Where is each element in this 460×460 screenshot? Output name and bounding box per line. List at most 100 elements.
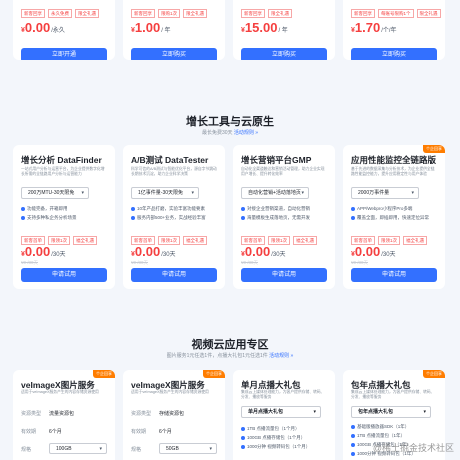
feature-item: 服务内部500+业务，实战经验丰富	[131, 215, 221, 221]
section-title: 增长工具与云原生	[186, 116, 274, 128]
card-description: 适用于veImageX服务产生的内容存储资源使用	[21, 390, 99, 394]
feature-item: 10年产品打磨，实验丰富功能要素	[131, 206, 221, 212]
price-unit: /30天	[381, 252, 396, 258]
price-value: 0.00	[24, 244, 51, 259]
feature-text: 海量模板生成落地页，无需开发	[247, 215, 310, 220]
spec-value: 6个月	[49, 429, 62, 435]
tag: 限全礼遇	[416, 9, 441, 18]
product-card: 增长分析 DataFinder 一站式用户分析与运营平台，为企业提供数字化增长所…	[13, 145, 115, 289]
price: ¥0.00/30天	[351, 244, 396, 259]
card-title: 增长分析 DataFinder	[21, 155, 102, 165]
tag: 限购1次	[158, 9, 181, 18]
spec-select-value: 50GB	[166, 446, 179, 452]
price-value: 0.00	[354, 244, 381, 259]
price: ¥1.70/个/年	[351, 20, 397, 35]
feature-text: 服务内部500+业务，实战经验丰富	[137, 215, 206, 220]
spec-row: 规格	[131, 446, 141, 453]
spec-select-value: 1亿事件量-30天限免	[138, 190, 184, 196]
feature-item: APP/Webpro小程序Pro多端	[351, 206, 441, 212]
check-icon	[351, 207, 355, 211]
spec-select[interactable]: 自动化营销+活动落地页 ▾	[241, 187, 309, 199]
spec-select[interactable]: 200万MTU-30天限免 ▾	[21, 187, 89, 199]
chevron-down-icon: ▾	[411, 190, 414, 196]
check-icon	[241, 427, 245, 431]
feature-item: 1TB 点播流量包（1个月）	[241, 426, 331, 432]
check-icon	[351, 452, 355, 456]
check-icon	[21, 207, 25, 211]
rules-link[interactable]: 活动规则 »	[234, 130, 258, 136]
price-unit: /永久	[51, 28, 65, 34]
price: ¥15.00/ 年	[241, 20, 288, 35]
package-select[interactable]: 单月点播大礼包 ▾	[241, 406, 321, 418]
chevron-down-icon: ▾	[301, 190, 304, 196]
original-price: ¥0 /30天	[351, 260, 369, 265]
check-icon	[351, 443, 355, 447]
spec-value: 流量资源包	[49, 411, 75, 417]
tag-list: 新客回享 限全礼遇	[233, 9, 300, 18]
section-subtitle-text: 最长免费30天	[201, 130, 233, 136]
card-title: 增长营销平台GMP	[241, 155, 312, 165]
buy-button[interactable]: 立即购买	[131, 48, 217, 60]
check-icon	[351, 216, 355, 220]
price: ¥0.00/30天	[241, 244, 286, 259]
feature-item: 基础版播放器SDK（1年）	[351, 424, 441, 430]
price-value: 0.00	[244, 244, 271, 259]
tag: 限全礼遇	[268, 9, 292, 18]
feature-text: 1TB 点播流量包（1年）	[357, 433, 406, 438]
product-card: 增长营销平台GMP 自动化全渠道触达和营销活动管理，助力企业实现用户增长、提升转…	[233, 145, 335, 289]
feature-item: 100GB 点播存储包（1个月）	[241, 435, 331, 441]
open-button[interactable]: 立即开通	[21, 48, 107, 60]
tag: 每账号限购1个	[378, 9, 414, 18]
tag: 新客回享	[241, 9, 265, 18]
feature-item: 覆盖全面，即插即用，快速定位异常	[351, 215, 441, 221]
tag: 福全礼遇	[403, 236, 428, 245]
rules-link[interactable]: 活动规则 »	[269, 353, 293, 359]
feature-item: 1000分钟 视频转码包（1个月）	[241, 444, 331, 450]
corner-badge: 个企回享	[423, 370, 445, 378]
feature-text: 对接企业营销渠道，自动化营销	[247, 206, 310, 211]
feature-item: 海量模板生成落地页，无需开发	[241, 215, 331, 221]
spec-select[interactable]: 50GB ▾	[159, 443, 217, 454]
tag: 福全礼遇	[183, 236, 208, 245]
tag-list: 新客回享 永久免费 限全礼遇	[13, 9, 107, 18]
corner-badge: 个企回享	[93, 370, 115, 378]
card-title: 应用性能监控全链路版	[351, 155, 437, 165]
buy-button[interactable]: 立即购买	[351, 48, 437, 60]
price-unit: /30天	[271, 252, 286, 258]
spec-select[interactable]: 100GB ▾	[49, 443, 107, 454]
spec-select[interactable]: 1亿事件量-30天限免 ▾	[131, 187, 199, 199]
price: ¥1.00/ 年	[131, 20, 171, 35]
feature-item: 1TB 点播流量包（1年）	[351, 433, 441, 439]
check-icon	[21, 216, 25, 220]
price-unit: /30天	[161, 252, 176, 258]
card-description: 基于先进的数据采集与分析技术，为企业提供全链路性能监控能力，提升应用稳定性与用户…	[351, 167, 435, 176]
tag-list: 新客回享 限购1次 限全礼遇	[123, 9, 215, 18]
apply-trial-button[interactable]: 申请试用	[21, 268, 107, 282]
price: ¥0.00/30天	[21, 244, 66, 259]
spec-row: 资源类型 存储资源包	[131, 410, 184, 417]
tag: 新客回享	[131, 9, 155, 18]
tag: 限全礼遇	[183, 9, 208, 18]
price-unit: /个/年	[381, 28, 397, 34]
check-icon	[241, 436, 245, 440]
spec-key: 有效期	[131, 429, 147, 435]
apply-trial-button[interactable]: 申请试用	[131, 268, 217, 282]
spec-row: 资源类型 流量资源包	[21, 410, 74, 417]
buy-button[interactable]: 立即购买	[241, 48, 327, 60]
apply-trial-button[interactable]: 申请试用	[241, 268, 327, 282]
spec-key: 有效期	[21, 429, 37, 435]
apply-trial-button[interactable]: 申请试用	[351, 268, 437, 282]
product-card: 个企回享 veImageX图片服务 适用于veImageX服务产生的内容存储资源…	[123, 370, 225, 460]
price-unit: / 年	[161, 28, 171, 34]
package-select[interactable]: 包年点播大礼包 ▾	[351, 406, 431, 418]
product-card: 新客回享 限全礼遇 ¥15.00/ 年 立即购买	[233, 0, 335, 60]
spec-key: 资源类型	[131, 411, 152, 417]
spec-select-value: 2000万事件量	[358, 190, 390, 196]
price-value: 1.00	[134, 20, 161, 35]
feature-text: 1000分钟 视频转码包（1个月）	[247, 444, 311, 449]
price: ¥0.00/永久	[21, 20, 65, 35]
spec-select[interactable]: 2000万事件量 ▾	[351, 187, 419, 199]
feature-text: 支持多种私企务分析场景	[27, 215, 77, 220]
feature-text: 10年产品打磨，实验丰富功能要素	[137, 206, 206, 211]
price: ¥0.00/30天	[131, 244, 176, 259]
